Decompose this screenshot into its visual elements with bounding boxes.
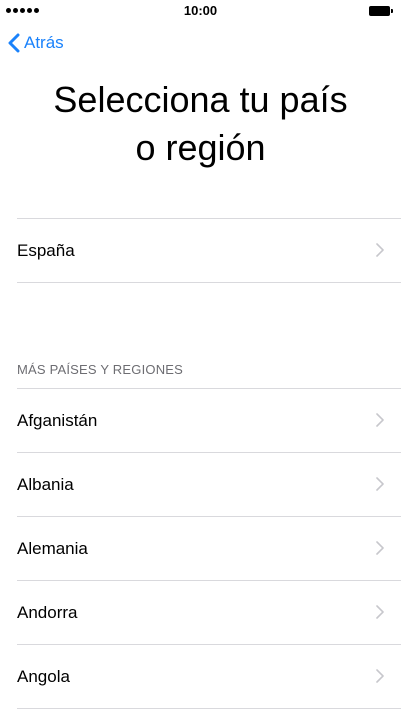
back-button-label: Atrás	[24, 33, 64, 52]
status-bar: 10:00	[0, 0, 401, 22]
list-item-label: Albania	[17, 475, 74, 494]
back-button[interactable]: Atrás	[8, 33, 64, 53]
chevron-right-icon	[376, 669, 384, 683]
page-title: Selecciona tu país o región	[0, 76, 401, 172]
list-item[interactable]: Alemania	[0, 517, 401, 580]
list-item[interactable]: Afganistán	[0, 389, 401, 452]
list-item-label: Alemania	[17, 539, 88, 558]
chevron-right-icon	[376, 605, 384, 619]
list-item-label: Andorra	[17, 603, 78, 622]
chevron-right-icon	[376, 541, 384, 555]
list-item-label: Afganistán	[17, 411, 98, 430]
separator	[17, 708, 401, 709]
list-item[interactable]: Albania	[0, 453, 401, 516]
chevron-right-icon	[376, 243, 384, 257]
section-header: MÁS PAÍSES Y REGIONES	[17, 362, 184, 377]
list-item[interactable]: Angola	[0, 645, 401, 708]
status-time: 10:00	[183, 3, 218, 18]
separator	[17, 282, 401, 283]
chevron-right-icon	[376, 477, 384, 491]
chevron-right-icon	[376, 413, 384, 427]
battery-icon	[369, 6, 393, 16]
list-item-suggested[interactable]: España	[0, 219, 401, 282]
list-item[interactable]: Andorra	[0, 581, 401, 644]
list-item-label: España	[17, 241, 75, 260]
chevron-left-icon	[8, 33, 20, 53]
list-item-label: Angola	[17, 667, 70, 686]
page-title-line-1: Selecciona tu país	[53, 79, 348, 120]
page-title-line-2: o región	[135, 127, 266, 168]
